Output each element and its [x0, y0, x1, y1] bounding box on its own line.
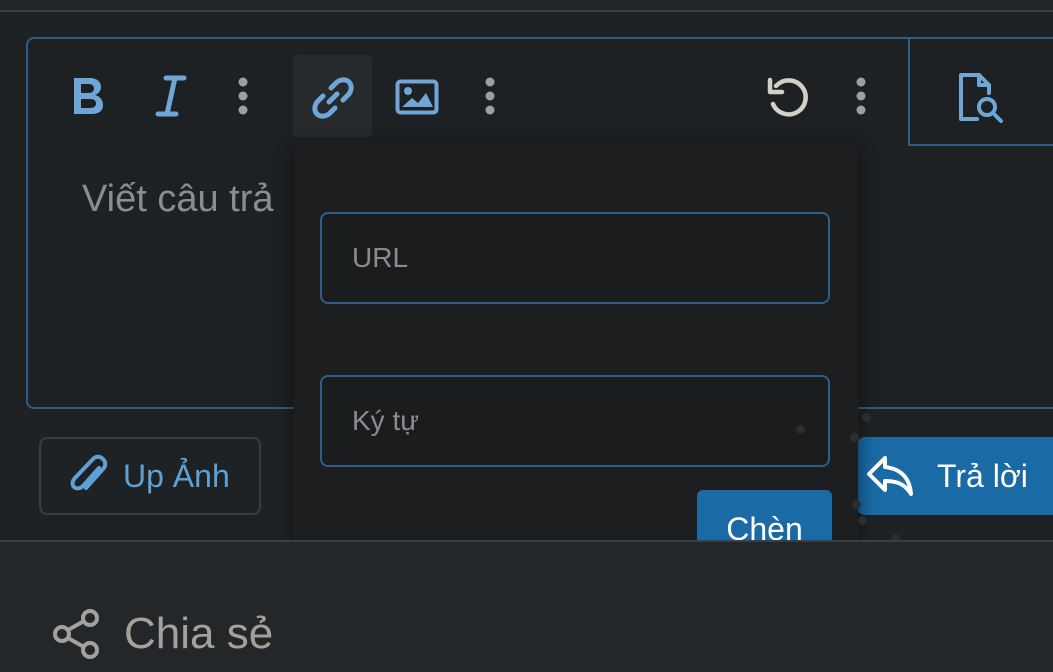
share-icon — [53, 609, 99, 659]
file-search-icon — [959, 73, 1003, 123]
italic-button[interactable] — [144, 70, 196, 122]
decorative-dot — [852, 500, 861, 509]
more-insert-button[interactable] — [477, 72, 503, 120]
share-label: Chia sẻ — [124, 609, 274, 658]
undo-icon — [767, 77, 808, 117]
top-divider — [0, 0, 1053, 12]
preview-button[interactable] — [950, 68, 1010, 126]
image-icon — [395, 79, 439, 115]
link-button[interactable] — [305, 70, 361, 126]
more-formatting-button[interactable] — [230, 72, 256, 120]
url-input[interactable] — [320, 212, 830, 304]
upload-image-button[interactable]: Up Ảnh — [39, 437, 261, 515]
bold-icon — [74, 78, 103, 114]
share-button[interactable]: Chia sẻ — [52, 608, 273, 660]
reply-icon — [867, 456, 913, 496]
undo-button[interactable] — [760, 70, 816, 126]
link-text-input[interactable] — [320, 375, 830, 467]
bold-button[interactable] — [62, 70, 114, 122]
more-history-button[interactable] — [848, 72, 874, 120]
more-vertical-icon — [485, 77, 495, 115]
editor-placeholder: Viết câu trả — [82, 178, 274, 220]
decorative-dot — [862, 413, 871, 422]
more-vertical-icon — [238, 77, 248, 115]
link-icon — [312, 77, 354, 119]
italic-icon — [155, 75, 187, 117]
decorative-dot — [796, 425, 805, 434]
upload-label: Up Ảnh — [123, 457, 230, 494]
decorative-dot — [850, 433, 859, 442]
reply-label: Trả lời — [937, 457, 1028, 494]
paperclip-icon — [70, 454, 108, 491]
more-vertical-icon — [856, 77, 866, 115]
decorative-dot — [858, 516, 867, 525]
image-button[interactable] — [392, 72, 442, 122]
reply-button[interactable]: Trả lời — [857, 437, 1053, 515]
